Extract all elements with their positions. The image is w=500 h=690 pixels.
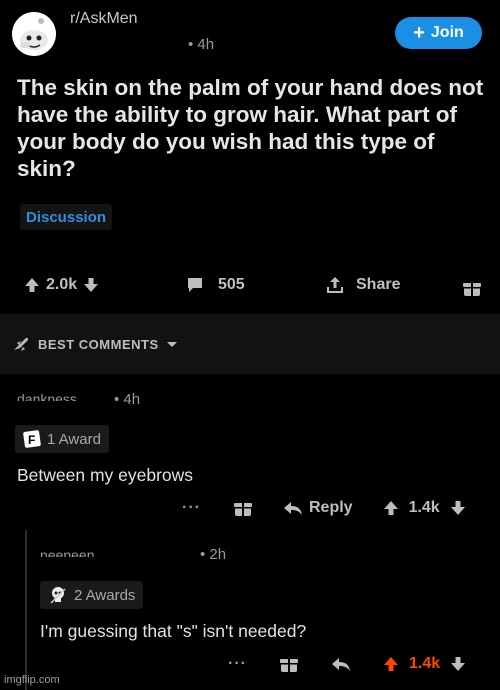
snoo-icon <box>12 12 56 56</box>
comment-time: • 4h <box>114 391 141 408</box>
comment-count: 505 <box>218 276 245 293</box>
award-icon: F <box>23 430 41 448</box>
svg-text:F: F <box>28 433 35 447</box>
post-title: The skin on the palm of your hand does n… <box>17 75 484 181</box>
post-vote-count: 2.0k <box>46 276 78 293</box>
upvote-icon[interactable] <box>383 500 399 516</box>
award-badge[interactable]: F 1 Award <box>15 425 109 453</box>
comment-author[interactable]: neeneen <box>40 547 95 557</box>
comment-vote-count: 1.4k <box>408 499 440 516</box>
gift-icon <box>463 283 481 296</box>
thread-line[interactable] <box>25 530 27 690</box>
post-flair[interactable]: Discussion <box>20 204 113 230</box>
sort-dropdown[interactable]: BEST COMMENTS <box>12 336 177 352</box>
reply-label: Reply <box>308 499 353 516</box>
sort-label: BEST COMMENTS <box>38 336 159 352</box>
subreddit-avatar[interactable] <box>12 12 56 56</box>
comment-author[interactable]: dankness <box>17 391 77 401</box>
comment-action-bar: ··· Reply 1.4k <box>182 498 482 518</box>
plus-icon: + <box>413 22 425 44</box>
comments-button[interactable]: 505 <box>186 276 245 294</box>
comment-body: I'm guessing that "s" isn't needed? <box>40 621 307 641</box>
comment-icon <box>188 278 202 292</box>
award-label: 1 Award <box>47 430 101 448</box>
rocket-icon <box>14 338 28 351</box>
award-badge[interactable]: 2 Awards <box>40 581 144 609</box>
upvote-icon[interactable] <box>24 277 40 293</box>
comment-vote-count: 1.4k <box>408 655 441 672</box>
give-award-button[interactable] <box>462 278 482 303</box>
post-vote-group: 2.0k <box>24 276 99 294</box>
imgflip-watermark: imgflip.com <box>4 674 60 686</box>
share-icon <box>327 277 343 293</box>
gift-icon[interactable] <box>233 498 253 518</box>
comment-time: • 2h <box>200 546 227 563</box>
share-label: Share <box>356 276 401 293</box>
comment-body: Between my eyebrows <box>17 465 194 485</box>
share-button[interactable]: Share <box>326 276 400 294</box>
downvote-icon[interactable] <box>83 277 99 293</box>
reply-icon <box>283 502 302 515</box>
award-label: 2 Awards <box>74 586 136 604</box>
more-options-icon[interactable]: ··· <box>228 655 247 673</box>
gift-icon[interactable] <box>279 654 299 674</box>
subreddit-name[interactable]: r/AskMen <box>70 10 138 28</box>
downvote-icon[interactable] <box>450 500 466 516</box>
reply-icon[interactable] <box>331 656 351 672</box>
downvote-icon[interactable] <box>450 656 466 672</box>
join-button[interactable]: + Join <box>395 17 482 49</box>
reply-button[interactable]: Reply <box>283 499 353 517</box>
post-time: • 4h <box>188 36 215 53</box>
upvote-icon[interactable] <box>383 656 399 672</box>
chevron-down-icon <box>166 341 177 347</box>
more-options-icon[interactable]: ··· <box>182 499 201 517</box>
skull-award-icon <box>50 587 66 604</box>
join-label: Join <box>430 24 464 41</box>
comment-action-bar: ··· 1.4k <box>228 654 488 674</box>
